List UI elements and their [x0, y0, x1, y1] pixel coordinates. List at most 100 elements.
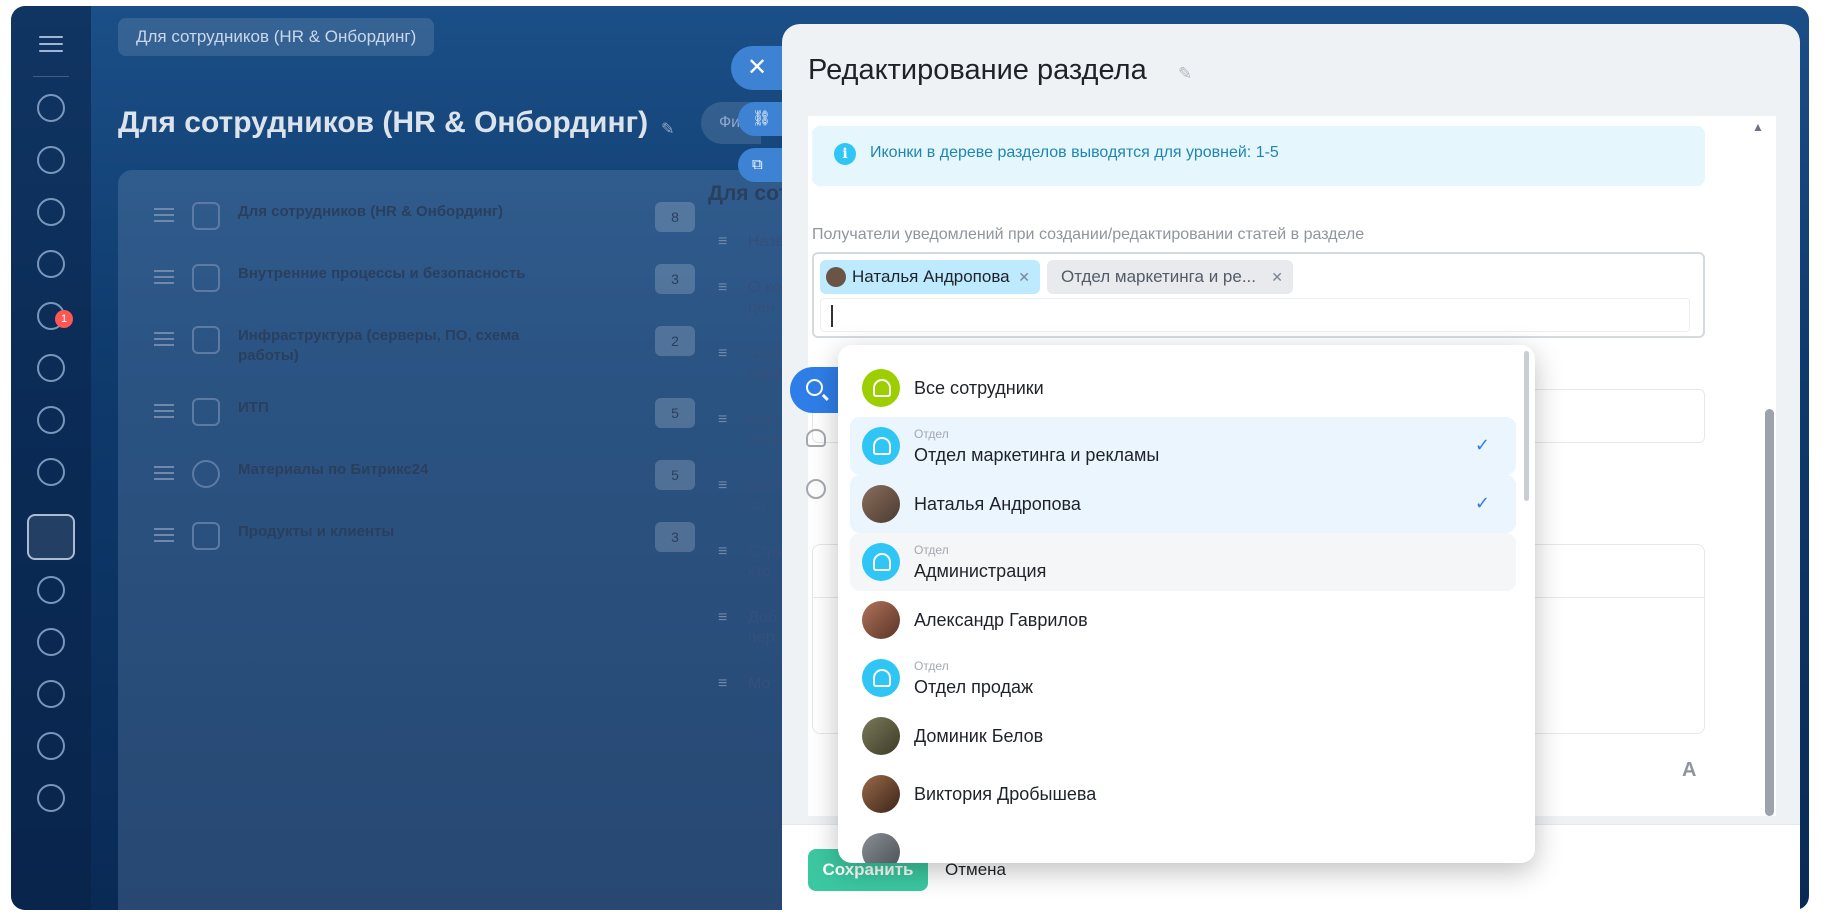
item-name: Наталья Андропова	[914, 494, 1081, 514]
item-type: Отдел	[914, 543, 949, 557]
tree-row[interactable]: Материалы по Битрикс24 5	[138, 446, 698, 508]
company-icon[interactable]	[37, 406, 65, 434]
document-lock-icon	[192, 264, 220, 292]
avatar	[826, 267, 846, 287]
item-name: Администрация	[914, 561, 1047, 581]
drag-handle-icon[interactable]	[154, 466, 174, 484]
gear-icon	[192, 398, 220, 426]
recipient-selector-dropdown: Все сотрудники Отдел Отдел маркетинга и …	[838, 345, 1535, 863]
drag-handle-icon[interactable]	[154, 404, 174, 422]
drag-handle-icon[interactable]	[154, 270, 174, 288]
list-item[interactable]: Наталья Андропова ✓	[850, 475, 1516, 533]
remove-tag-icon[interactable]: ✕	[1018, 260, 1030, 294]
open-new-window-button[interactable]: ⧉	[738, 148, 788, 182]
item-name: Отдел маркетинга и рекламы	[914, 445, 1160, 465]
dropdown-scrollbar[interactable]	[1524, 351, 1529, 501]
tree-row-label: Внутренние процессы и безопасность	[238, 265, 526, 282]
tree-row-count: 3	[655, 264, 695, 294]
employee-card-icon	[192, 202, 220, 230]
pin-icon[interactable]: ✎	[661, 119, 674, 139]
tree-row-count: 3	[655, 522, 695, 552]
content-panel: Для сотрудников (HR & Онбординг) 8 Внутр…	[118, 170, 798, 910]
group-icon	[862, 369, 900, 407]
recipients-field[interactable]: Наталья Андропова ✕ Отдел маркетинга и р…	[812, 252, 1705, 338]
list-item[interactable]: Все сотрудники	[850, 359, 1516, 417]
section-tree: Для сотрудников (HR & Онбординг) 8 Внутр…	[138, 188, 698, 570]
item-name: Все сотрудники	[914, 378, 1044, 398]
bitrix24-icon	[192, 460, 220, 488]
filter-rail-icon[interactable]	[37, 732, 65, 760]
copy-link-button[interactable]: ⛓	[738, 102, 788, 136]
text-format-icon[interactable]: A	[1682, 759, 1696, 782]
recipient-tag[interactable]: Наталья Андропова ✕	[820, 260, 1040, 294]
knowledge-base-icon[interactable]	[27, 514, 75, 560]
remove-tag-icon[interactable]: ✕	[1271, 260, 1283, 294]
left-rail: 1	[11, 6, 91, 910]
list-item[interactable]: Отдел Отдел продаж	[850, 649, 1516, 707]
sync-icon[interactable]	[37, 680, 65, 708]
avatar	[862, 485, 900, 523]
drag-handle-icon[interactable]	[154, 528, 174, 546]
breadcrumb[interactable]: Для сотрудников (HR & Онбординг)	[118, 18, 435, 56]
avatar	[862, 833, 900, 863]
support-icon[interactable]	[37, 458, 65, 486]
tree-row[interactable]: Внутренние процессы и безопасность 3	[138, 250, 698, 312]
drag-handle-icon[interactable]	[154, 208, 174, 226]
pin-icon[interactable]: ✎	[1178, 64, 1192, 84]
departments-icon	[806, 479, 826, 499]
drag-handle-icon[interactable]	[154, 332, 174, 350]
avatar	[862, 775, 900, 813]
list-item[interactable]: Виктория Дробышева	[850, 765, 1516, 823]
list-item[interactable]: Отдел Отдел маркетинга и рекламы ✓	[850, 417, 1516, 475]
list-item[interactable]: Отдел Администрация	[850, 533, 1516, 591]
check-icon: ✓	[1474, 493, 1490, 513]
tree-row-count: 5	[655, 398, 695, 428]
tab-departments[interactable]	[790, 467, 842, 513]
department-icon	[862, 427, 900, 465]
list-item[interactable]: Доминик Белов	[850, 707, 1516, 765]
integrations-icon[interactable]	[37, 576, 65, 604]
check-icon: ✓	[1474, 435, 1490, 455]
tasks-icon[interactable]	[37, 198, 65, 226]
item-name: Доминик Белов	[914, 726, 1044, 746]
tree-row-label: Для сотрудников (HR & Онбординг)	[238, 203, 504, 220]
tree-row-count: 5	[655, 460, 695, 490]
tree-row[interactable]: Для сотрудников (HR & Онбординг) 8	[138, 188, 698, 250]
rail-divider	[33, 76, 69, 77]
menu-icon[interactable]	[39, 36, 63, 52]
tree-row-label: Продукты и клиенты	[238, 523, 395, 540]
hand-heart-icon	[192, 522, 220, 550]
tab-search[interactable]	[790, 367, 842, 413]
tag-label: Отдел маркетинга и ре...	[1061, 267, 1256, 286]
info-box: i Иконки в дереве разделов выводятся для…	[812, 126, 1705, 186]
gamepad-icon[interactable]	[37, 354, 65, 382]
tree-row[interactable]: Инфраструктура (серверы, ПО, схема работ…	[138, 312, 698, 384]
tree-row[interactable]: ИТП 5	[138, 384, 698, 446]
palette-icon[interactable]	[37, 250, 65, 278]
tree-row-count: 2	[655, 326, 695, 356]
people-icon	[806, 429, 826, 447]
home-icon[interactable]	[37, 94, 65, 122]
tree-row[interactable]: Продукты и клиенты 3	[138, 508, 698, 570]
avatar	[862, 601, 900, 639]
list-item[interactable]: Александр Гаврилов	[850, 591, 1516, 649]
close-slider-button[interactable]: ✕	[731, 46, 787, 90]
scroll-up-icon[interactable]: ▲	[1752, 120, 1764, 134]
info-icon: i	[834, 143, 856, 165]
tag-label: Наталья Андропова	[852, 267, 1010, 286]
scrollbar[interactable]	[1765, 409, 1774, 816]
calendar-icon[interactable]	[37, 784, 65, 812]
list-item[interactable]	[850, 823, 1516, 863]
education-icon[interactable]	[37, 146, 65, 174]
page-title: Для сотрудников (HR & Онбординг)	[118, 106, 649, 139]
slider-title: Редактирование раздела	[808, 54, 1147, 86]
recipient-tag[interactable]: Отдел маркетинга и ре... ✕	[1047, 260, 1293, 294]
recipients-search-input[interactable]	[820, 298, 1690, 332]
tab-employees[interactable]	[790, 417, 842, 463]
department-icon	[862, 543, 900, 581]
info-text: Иконки в дереве разделов выводятся для у…	[870, 144, 1279, 161]
item-type: Отдел	[914, 427, 949, 441]
tree-row-count: 8	[655, 202, 695, 232]
tree-row-label: Инфраструктура (серверы, ПО, схема работ…	[238, 327, 520, 364]
map-icon[interactable]	[37, 628, 65, 656]
